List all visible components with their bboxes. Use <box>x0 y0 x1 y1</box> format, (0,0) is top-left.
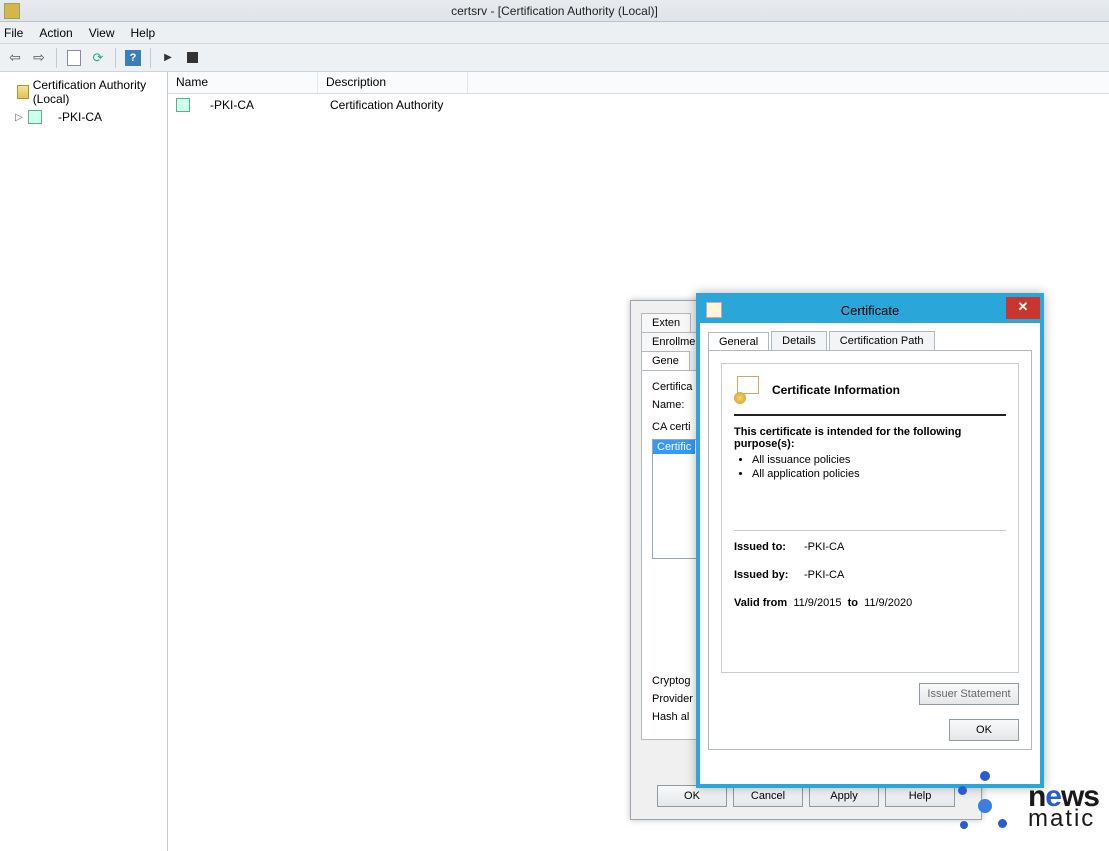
purpose-list: All issuance policies All application po… <box>734 454 1006 480</box>
menu-help[interactable]: Help <box>131 26 156 40</box>
tab-extensions[interactable]: Exten <box>641 313 691 332</box>
properties-button[interactable] <box>63 47 85 69</box>
valid-to-value: 11/9/2020 <box>864 597 912 609</box>
cancel-button[interactable]: Cancel <box>733 785 803 807</box>
certificate-titlebar[interactable]: Certificate ✕ <box>700 297 1040 323</box>
ca-root-icon <box>17 85 29 99</box>
menu-action[interactable]: Action <box>39 26 72 40</box>
list-row[interactable]: -PKI-CA Certification Authority <box>168 94 1109 116</box>
label-hash: Hash al <box>652 711 693 723</box>
certificate-ribbon-icon <box>734 376 762 404</box>
purpose-item: All application policies <box>752 468 1006 480</box>
label-crypto: Cryptog <box>652 675 693 687</box>
cell-description: Certification Authority <box>330 98 443 112</box>
certificate-heading-text: Certificate Information <box>772 383 900 397</box>
certificate-body: Certificate Information This certificate… <box>708 350 1032 750</box>
ca-server-icon <box>176 98 190 112</box>
toolbar-separator <box>150 48 151 68</box>
apply-button[interactable]: Apply <box>809 785 879 807</box>
certificate-tabs: General Details Certification Path <box>700 323 1040 350</box>
column-description[interactable]: Description <box>318 72 468 93</box>
help-button[interactable]: ? <box>122 47 144 69</box>
valid-from-label: Valid from <box>734 597 787 609</box>
certificate-heading: Certificate Information <box>734 376 1006 416</box>
close-button[interactable]: ✕ <box>1006 297 1040 319</box>
menu-view[interactable]: View <box>89 26 115 40</box>
window-title-bar: certsrv - [Certification Authority (Loca… <box>0 0 1109 22</box>
tree-root-label: Certification Authority (Local) <box>33 78 163 106</box>
certificate-dialog[interactable]: Certificate ✕ General Details Certificat… <box>696 293 1044 788</box>
tree-pane[interactable]: Certification Authority (Local) ▷ -PKI-C… <box>0 72 168 851</box>
tab-details[interactable]: Details <box>771 331 827 350</box>
help-button[interactable]: Help <box>885 785 955 807</box>
back-button[interactable] <box>4 47 26 69</box>
issued-by-value: -PKI-CA <box>804 569 1006 581</box>
issued-to-row: Issued to: -PKI-CA <box>734 541 1006 553</box>
expand-icon[interactable]: ▷ <box>14 112 24 123</box>
issued-to-label: Issued to: <box>734 541 804 553</box>
issued-by-label: Issued by: <box>734 569 804 581</box>
list-header: Name Description <box>168 72 1109 94</box>
ca-server-icon <box>28 110 42 124</box>
tree-root[interactable]: Certification Authority (Local) <box>0 76 167 108</box>
valid-to-label: to <box>848 597 858 609</box>
toolbar-separator <box>56 48 57 68</box>
tab-general[interactable]: General <box>708 332 769 351</box>
menu-file[interactable]: File <box>4 26 23 40</box>
window-title: certsrv - [Certification Authority (Loca… <box>0 4 1109 18</box>
issuer-statement-button[interactable]: Issuer Statement <box>919 683 1019 705</box>
properties-button-row: OK Cancel Apply Help <box>631 785 981 807</box>
tree-child[interactable]: ▷ -PKI-CA <box>0 108 167 126</box>
cell-name: -PKI-CA <box>198 98 330 112</box>
ok-button[interactable]: OK <box>657 785 727 807</box>
forward-button[interactable] <box>28 47 50 69</box>
toolbar: ? <box>0 44 1109 72</box>
tab-general[interactable]: Gene <box>641 351 690 370</box>
toolbar-separator <box>115 48 116 68</box>
column-name[interactable]: Name <box>168 72 318 93</box>
separator <box>734 530 1006 531</box>
purpose-heading: This certificate is intended for the fol… <box>734 426 1006 450</box>
tree-child-label: -PKI-CA <box>58 110 102 124</box>
certificate-info-panel: Certificate Information This certificate… <box>721 363 1019 673</box>
app-icon <box>4 3 20 19</box>
stop-service-button[interactable] <box>181 47 203 69</box>
label-provider: Provider <box>652 693 693 705</box>
purpose-item: All issuance policies <box>752 454 1006 466</box>
valid-from-value: 11/9/2015 <box>793 597 841 609</box>
issued-to-value: -PKI-CA <box>804 541 1006 553</box>
certificate-title: Certificate <box>700 303 1040 318</box>
menu-bar: File Action View Help <box>0 22 1109 44</box>
tab-certification-path[interactable]: Certification Path <box>829 331 935 350</box>
issued-by-row: Issued by: -PKI-CA <box>734 569 1006 581</box>
validity-row: Valid from 11/9/2015 to 11/9/2020 <box>734 597 1006 609</box>
start-service-button[interactable] <box>157 47 179 69</box>
ok-button[interactable]: OK <box>949 719 1019 741</box>
refresh-button[interactable] <box>87 47 109 69</box>
listbox-selected-item[interactable]: Certific <box>653 440 695 454</box>
